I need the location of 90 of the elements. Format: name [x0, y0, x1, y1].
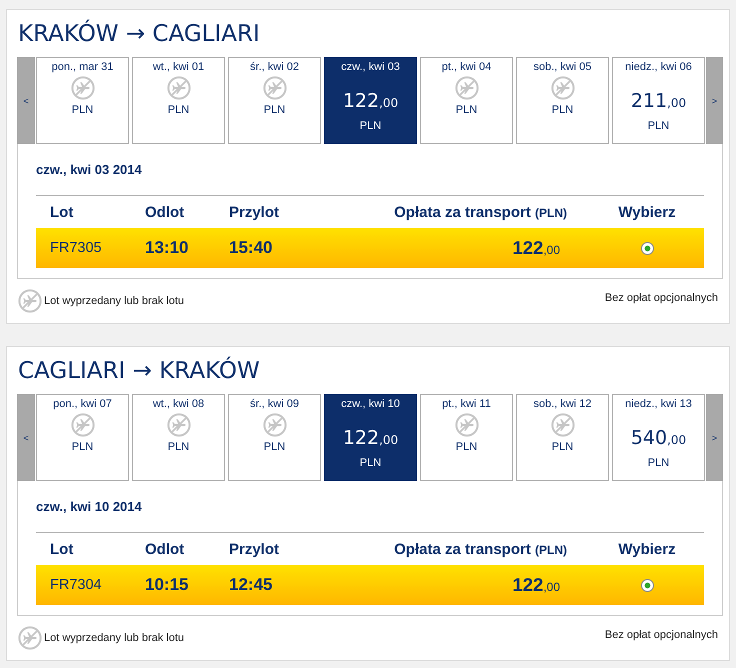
- currency-label: PLN: [648, 119, 670, 133]
- column-header: Przylot: [229, 204, 280, 220]
- no-flight-icon: [454, 76, 478, 100]
- currency-label: PLN: [552, 440, 574, 454]
- date-tile[interactable]: sob., kwi 12 PLN: [516, 394, 609, 481]
- currency-label: PLN: [360, 456, 382, 470]
- currency-label: PLN: [456, 440, 478, 454]
- arrival-time: 15:40: [229, 238, 272, 258]
- date-label: wt., kwi 01: [152, 60, 204, 74]
- currency-label: PLN: [168, 440, 190, 454]
- currency-label: PLN: [168, 103, 190, 117]
- date-tile[interactable]: niedz., kwi 06 211,00 PLN: [612, 57, 705, 144]
- no-flight-icon: [262, 76, 286, 100]
- date-label: pon., mar 31: [52, 60, 114, 74]
- column-header: Wybierz: [618, 204, 676, 220]
- column-header: Opłata za transport (PLN): [394, 204, 567, 220]
- currency-label: PLN: [360, 119, 382, 133]
- previous-dates-button[interactable]: <: [17, 394, 35, 481]
- next-dates-button[interactable]: >: [706, 394, 723, 481]
- date-tile[interactable]: pt., kwi 11 PLN: [420, 394, 513, 481]
- date-label: wt., kwi 08: [152, 397, 204, 411]
- date-tile[interactable]: pt., kwi 04 PLN: [420, 57, 513, 144]
- fare-price: 122,00: [512, 574, 560, 596]
- date-tile[interactable]: sob., kwi 05 PLN: [516, 57, 609, 144]
- flight-number: FR7305: [50, 240, 102, 256]
- column-header: Odlot: [145, 540, 184, 558]
- no-flight-icon: [18, 289, 42, 313]
- currency-label: PLN: [456, 103, 478, 117]
- date-tile[interactable]: śr., kwi 09 PLN: [228, 394, 321, 481]
- date-heading: czw., kwi 10 2014: [36, 499, 142, 515]
- date-tile[interactable]: czw., kwi 03 122,00 PLN: [324, 57, 417, 144]
- column-header: Lot: [50, 540, 74, 558]
- date-tile[interactable]: pon., kwi 07 PLN: [36, 394, 129, 481]
- fare-note: Bez opłat opcjonalnych: [604, 292, 718, 304]
- no-flight-icon: [18, 626, 42, 650]
- date-tile[interactable]: pon., mar 31 PLN: [36, 57, 129, 144]
- legend-text: Lot wyprzedany lub brak lotu: [44, 295, 184, 307]
- no-flight-icon: [550, 413, 574, 437]
- column-header: Przylot: [229, 540, 280, 558]
- column-header: Lot: [50, 204, 74, 220]
- date-tile[interactable]: wt., kwi 01 PLN: [132, 57, 225, 144]
- radio-button[interactable]: [640, 242, 654, 254]
- date-tile[interactable]: śr., kwi 02 PLN: [228, 57, 321, 144]
- fare-price: 122,00: [342, 89, 398, 114]
- legend-text: Lot wyprzedany lub brak lotu: [44, 632, 184, 644]
- no-flight-icon: [166, 76, 190, 100]
- no-flight-icon: [454, 413, 478, 437]
- date-label: śr., kwi 09: [250, 397, 299, 411]
- fare-note: Bez opłat opcjonalnych: [604, 629, 718, 641]
- date-label: pon., kwi 07: [53, 397, 112, 411]
- currency-label: PLN: [552, 103, 574, 117]
- flight-number: FR7304: [50, 577, 102, 593]
- date-label: sob., kwi 05: [533, 60, 592, 74]
- radio-button[interactable]: [640, 578, 654, 592]
- departure-time: 10:15: [145, 575, 188, 595]
- currency-label: PLN: [648, 456, 670, 470]
- date-label: niedz., kwi 13: [625, 397, 692, 411]
- route-title: KRAKÓW → CAGLIARI: [18, 20, 260, 48]
- column-header: Wybierz: [618, 540, 676, 558]
- date-tile[interactable]: czw., kwi 10 122,00 PLN: [324, 394, 417, 481]
- previous-dates-button[interactable]: <: [17, 57, 35, 144]
- date-tile[interactable]: niedz., kwi 13 540,00 PLN: [612, 394, 705, 481]
- date-label: czw., kwi 03: [341, 60, 400, 74]
- no-flight-icon: [166, 413, 190, 437]
- date-label: sob., kwi 12: [533, 397, 592, 411]
- no-flight-icon: [262, 413, 286, 437]
- fare-price: 122,00: [342, 426, 398, 451]
- date-label: śr., kwi 02: [250, 60, 299, 74]
- fare-price: 540,00: [630, 426, 686, 451]
- date-label: czw., kwi 10: [341, 397, 400, 411]
- arrival-time: 12:45: [229, 575, 272, 595]
- currency-label: PLN: [264, 103, 286, 117]
- no-flight-icon: [550, 76, 574, 100]
- date-label: niedz., kwi 06: [625, 60, 692, 74]
- next-dates-button[interactable]: >: [706, 57, 723, 144]
- fare-price: 122,00: [512, 237, 560, 259]
- column-header: Opłata za transport (PLN): [394, 540, 567, 558]
- date-label: pt., kwi 11: [442, 397, 491, 411]
- fare-price: 211,00: [630, 89, 686, 114]
- departure-time: 13:10: [145, 238, 188, 258]
- column-header: Odlot: [145, 204, 184, 220]
- route-title: CAGLIARI → KRAKÓW: [18, 357, 260, 385]
- currency-label: PLN: [264, 440, 286, 454]
- currency-label: PLN: [72, 103, 94, 117]
- no-flight-icon: [70, 76, 94, 100]
- date-label: pt., kwi 04: [442, 60, 492, 74]
- no-flight-icon: [70, 413, 94, 437]
- currency-label: PLN: [72, 440, 94, 454]
- date-heading: czw., kwi 03 2014: [36, 162, 142, 178]
- date-tile[interactable]: wt., kwi 08 PLN: [132, 394, 225, 481]
